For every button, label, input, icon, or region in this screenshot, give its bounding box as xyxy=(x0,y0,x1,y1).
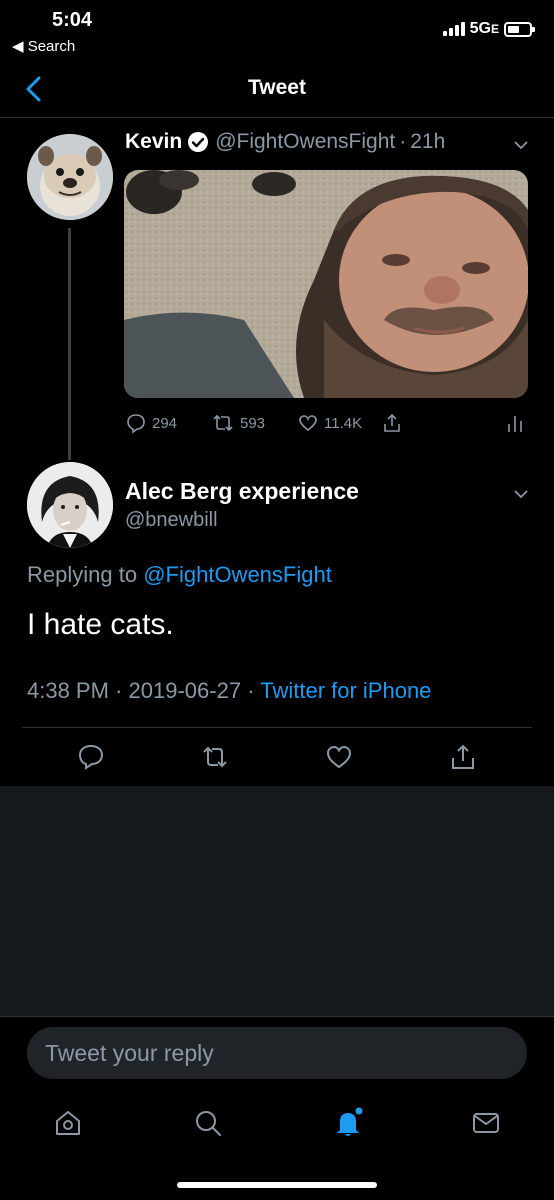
parent-tweet-actions: 294 593 11.4K xyxy=(125,412,525,436)
like-count: 11.4K xyxy=(324,414,363,432)
page-title: Tweet xyxy=(248,76,306,99)
retweet-icon xyxy=(213,414,233,432)
divider xyxy=(22,727,532,728)
status-bar: 5:04 ◀ Search 5GE xyxy=(0,0,554,62)
share-icon[interactable] xyxy=(448,742,478,772)
share-icon[interactable] xyxy=(381,412,403,434)
search-icon[interactable] xyxy=(192,1107,224,1139)
reply-author-handle[interactable]: @bnewbill xyxy=(125,509,218,532)
tweet-time: 4:38 PM xyxy=(27,678,109,703)
back-to-search-link[interactable]: ◀ Search xyxy=(12,37,75,55)
battery-icon xyxy=(504,21,535,37)
nav-header: Tweet xyxy=(0,62,554,118)
reply-icon xyxy=(127,414,145,434)
status-time: 5:04 xyxy=(52,9,93,31)
replying-to: Replying to @FightOwensFight xyxy=(27,562,332,588)
signal-icon xyxy=(442,22,465,36)
avatar-alec[interactable] xyxy=(27,462,113,548)
thread-line xyxy=(68,228,71,460)
retweet-count: 593 xyxy=(240,414,266,432)
tweet-date: 2019-06-27 xyxy=(128,678,242,703)
parent-tweet-header: Kevin @FightOwensFight · 21h xyxy=(125,130,445,154)
chevron-down-icon[interactable] xyxy=(512,139,530,151)
separator-dot: · xyxy=(247,678,255,703)
avatar-kevin[interactable] xyxy=(27,134,113,220)
author-name[interactable]: Kevin xyxy=(125,130,182,154)
replying-to-mention[interactable]: @FightOwensFight xyxy=(143,562,332,587)
author-handle[interactable]: @FightOwensFight xyxy=(215,130,395,154)
home-icon[interactable] xyxy=(52,1107,84,1139)
analytics-icon[interactable] xyxy=(505,412,525,434)
focused-tweet-actions xyxy=(0,736,554,776)
reply-author-name[interactable]: Alec Berg experience xyxy=(125,478,359,505)
tweet-photo[interactable] xyxy=(124,170,528,398)
status-indicators: 5GE xyxy=(442,20,535,38)
tweet-age: 21h xyxy=(410,130,446,153)
replies-area xyxy=(0,786,554,1016)
replying-to-label: Replying to xyxy=(27,562,138,587)
separator-dot: · xyxy=(399,130,407,153)
retweet-action[interactable]: 593 xyxy=(211,412,265,434)
reply-icon[interactable] xyxy=(76,742,106,772)
bottom-bar xyxy=(0,1016,554,1200)
heart-icon xyxy=(299,415,317,432)
separator-dot: · xyxy=(115,678,123,703)
like-action[interactable]: 11.4K xyxy=(297,412,362,434)
notifications-icon[interactable] xyxy=(332,1107,364,1139)
reply-action[interactable]: 294 xyxy=(125,412,177,434)
reply-count: 294 xyxy=(152,414,178,432)
home-indicator xyxy=(177,1182,377,1188)
heart-icon[interactable] xyxy=(324,742,354,772)
chevron-down-icon[interactable] xyxy=(512,488,530,500)
messages-icon[interactable] xyxy=(470,1107,502,1139)
tweet-text: I hate cats. xyxy=(27,608,174,641)
network-type: 5GE xyxy=(469,20,499,37)
reply-input[interactable] xyxy=(27,1027,527,1079)
tweet-source-link[interactable]: Twitter for iPhone xyxy=(260,678,431,703)
tweet-meta: 4:38 PM · 2019-06-27 · Twitter for iPhon… xyxy=(27,678,431,704)
retweet-icon[interactable] xyxy=(200,742,230,772)
verified-badge-icon xyxy=(188,132,209,152)
